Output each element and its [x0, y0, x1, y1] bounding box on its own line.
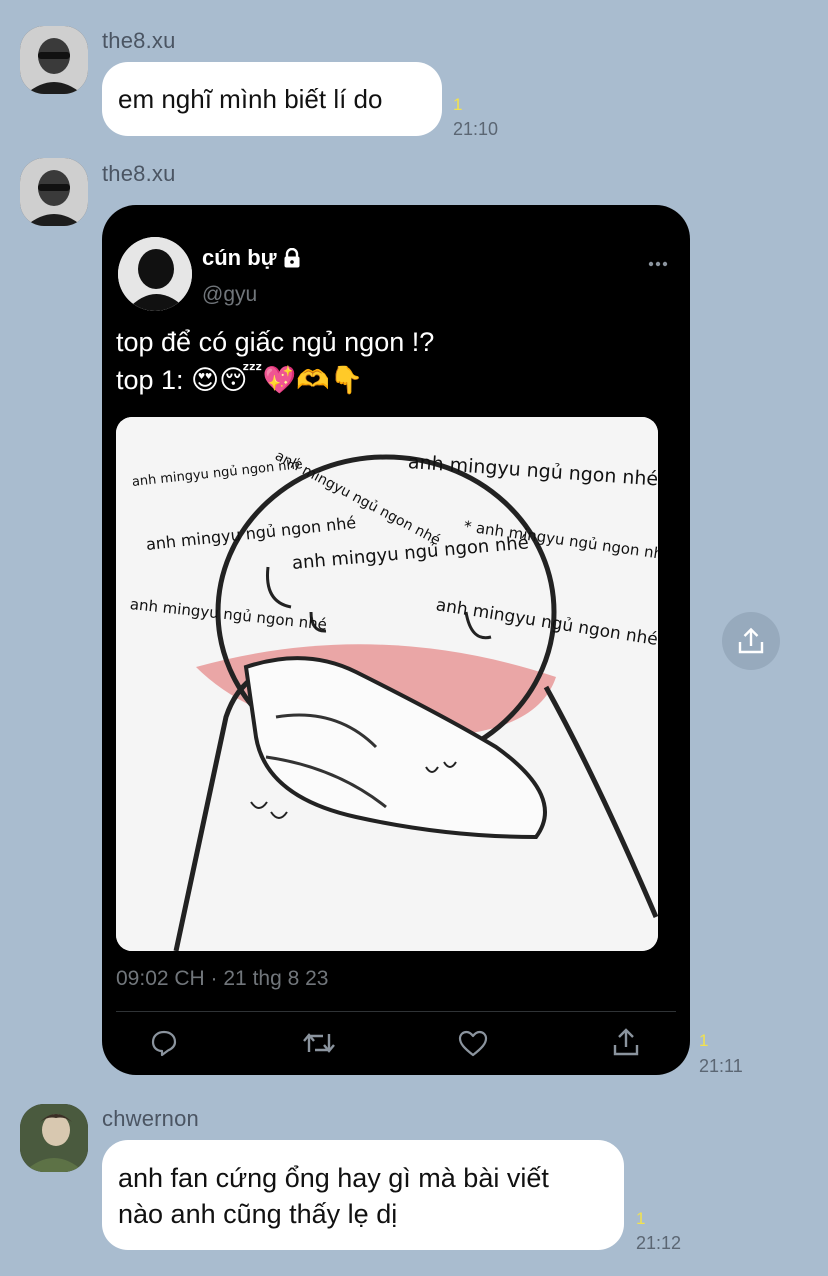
- tweet-timestamp: 09:02 CH · 21 thg 8 23: [116, 967, 329, 990]
- avatar-the8xu[interactable]: [20, 158, 88, 226]
- share-icon[interactable]: [612, 1027, 640, 1062]
- tweet-text-line2: top 1: 😍😴💖🫶👇: [116, 365, 364, 395]
- unread-count: 1: [453, 95, 463, 114]
- avatar-the8xu[interactable]: [20, 26, 88, 94]
- more-icon[interactable]: [648, 255, 668, 273]
- tweet-divider: [116, 1011, 676, 1012]
- avatar-image: [20, 26, 88, 94]
- unread-count: 1: [699, 1031, 709, 1050]
- message-text-line1: anh fan cứng ổng hay gì mà bài viết: [118, 1163, 549, 1193]
- message-time: 21:12: [636, 1233, 682, 1253]
- sender-name: chwernon: [102, 1106, 199, 1131]
- message-bubble[interactable]: em nghĩ mình biết lí do: [102, 62, 442, 136]
- sender-name: the8.xu: [102, 161, 176, 186]
- avatar-image: [20, 158, 88, 226]
- message-bubble[interactable]: anh fan cứng ổng hay gì mà bài viết nào …: [102, 1140, 624, 1250]
- sender-name: the8.xu: [102, 28, 176, 53]
- meme-drawing: [116, 417, 658, 951]
- message-text: em nghĩ mình biết lí do: [118, 84, 383, 114]
- tweet-avatar-image: [118, 237, 192, 311]
- message-text-line2: nào anh cũng thấy lẹ dị: [118, 1199, 398, 1229]
- avatar-image: [20, 1104, 88, 1172]
- tweet-text-line1: top để có giấc ngủ ngon !?: [116, 327, 435, 357]
- retweet-icon[interactable]: [302, 1029, 336, 1062]
- unread-count: 1: [636, 1209, 646, 1228]
- message-time: 21:11: [699, 1056, 743, 1076]
- heart-icon[interactable]: [458, 1030, 488, 1062]
- tweet-handle: @gyu: [202, 283, 258, 306]
- tweet-card[interactable]: cún bự @gyu top để có giấc ngủ ngon !? t…: [102, 205, 690, 1075]
- tweet-image[interactable]: anh mingyu ngủ ngon nhé anh mingyu ngủ n…: [116, 417, 658, 951]
- share-icon: [738, 627, 764, 654]
- tweet-avatar[interactable]: [118, 237, 192, 311]
- avatar-chwernon[interactable]: [20, 1104, 88, 1172]
- message-time: 21:10: [453, 119, 499, 139]
- tweet-author-name: cún bự: [202, 245, 277, 270]
- reply-icon[interactable]: [150, 1029, 178, 1062]
- lock-icon: [284, 248, 300, 268]
- share-button[interactable]: [722, 612, 780, 670]
- tweet-author[interactable]: cún bự: [202, 245, 301, 271]
